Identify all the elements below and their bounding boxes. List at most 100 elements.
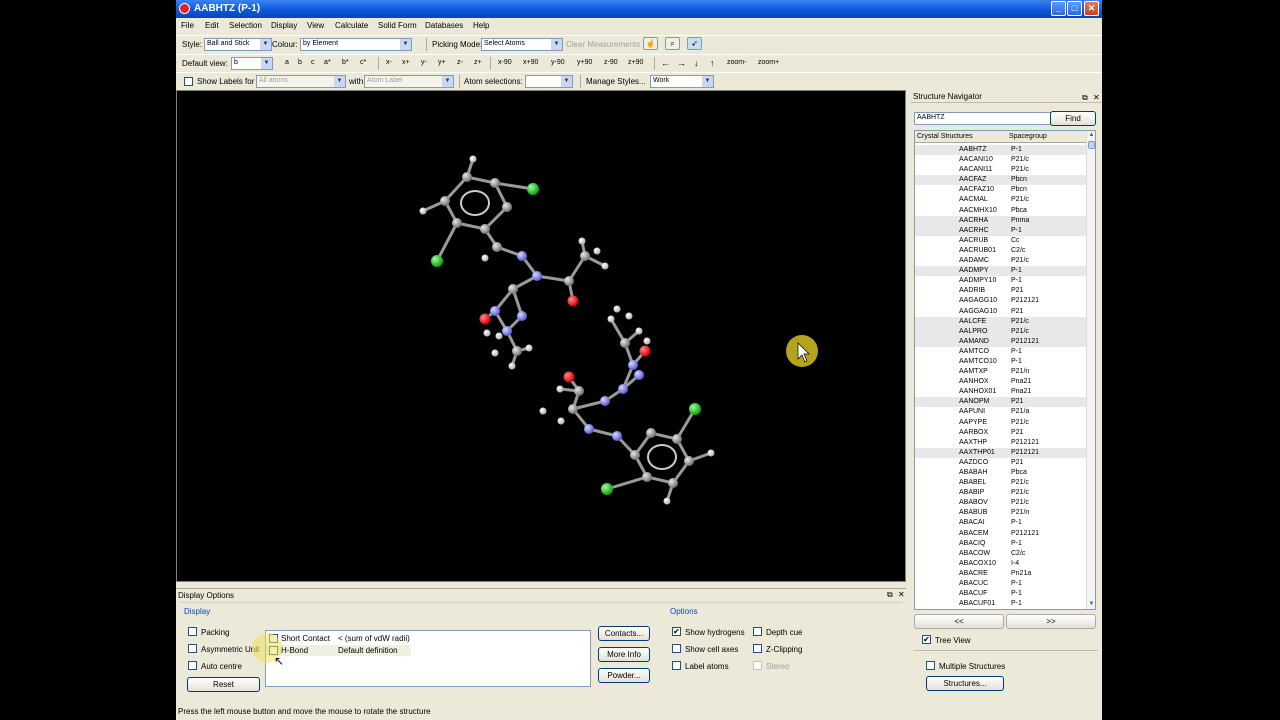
manage-styles-select[interactable]: Work ▼: [650, 75, 714, 88]
depth-cue-checkbox[interactable]: [753, 627, 762, 636]
structure-row[interactable]: AAMTXP P21/n: [915, 367, 1087, 377]
structure-row[interactable]: ABABAH Pbca: [915, 468, 1087, 478]
zoom-in-button[interactable]: zoom+: [758, 59, 779, 66]
style-select[interactable]: Ball and Stick ▼: [204, 38, 272, 51]
structure-row[interactable]: ABACUC P-1: [915, 579, 1087, 589]
structure-row[interactable]: AAPYPE P21/c: [915, 418, 1087, 428]
reset-button[interactable]: Reset: [187, 677, 260, 692]
structure-viewport[interactable]: [176, 90, 906, 582]
rotate-y-minus-90-button[interactable]: y-90: [551, 59, 565, 66]
arrow-down-icon[interactable]: ↓: [694, 58, 699, 68]
view-b-star-button[interactable]: b*: [342, 59, 349, 66]
structure-row[interactable]: AAMTCO10 P-1: [915, 357, 1087, 367]
close-icon[interactable]: ✕: [898, 590, 905, 599]
structure-row[interactable]: AACRHA Pnma: [915, 215, 1087, 226]
tree-view-checkbox[interactable]: ✔: [922, 635, 931, 644]
minimize-button[interactable]: _: [1051, 1, 1066, 16]
magnify-icon[interactable]: ⌕: [665, 37, 680, 50]
structure-row[interactable]: AAMTCO P-1: [915, 347, 1087, 357]
picking-mode-select[interactable]: Select Atoms ▼: [481, 38, 563, 51]
rotate-x-plus-button[interactable]: x+: [402, 59, 410, 66]
structure-row[interactable]: AACRHC P-1: [915, 225, 1087, 236]
next-page-button[interactable]: >>: [1006, 614, 1096, 629]
asymmetric-unit-checkbox[interactable]: [188, 644, 197, 653]
default-view-select[interactable]: b ▼: [231, 57, 273, 70]
float-icon[interactable]: ⧉: [1082, 91, 1088, 104]
hand-pointer-icon[interactable]: ☝: [643, 37, 658, 50]
float-icon[interactable]: ⧉: [887, 590, 893, 600]
scroll-thumb[interactable]: [1088, 141, 1095, 149]
structure-row[interactable]: ABACAI P-1: [915, 518, 1087, 528]
arrow-left-icon[interactable]: ←: [661, 58, 670, 68]
z-clipping-checkbox[interactable]: [753, 644, 762, 653]
structure-row[interactable]: AACRUB Cc: [915, 236, 1087, 246]
structure-row[interactable]: ABACUF P-1: [915, 589, 1087, 599]
rotate-x-minus-button[interactable]: x-: [386, 59, 392, 66]
packing-checkbox[interactable]: [188, 627, 197, 636]
structure-row[interactable]: ABACEM P212121: [915, 529, 1087, 539]
rotate-y-plus-button[interactable]: y+: [438, 59, 446, 66]
structure-row[interactable]: AAXTHP01 P212121: [915, 447, 1087, 458]
structure-row[interactable]: AABHTZ P-1: [915, 145, 1087, 156]
view-c-button[interactable]: c: [311, 59, 315, 66]
show-hydrogens-checkbox[interactable]: ✔: [672, 627, 681, 636]
rotate-z-plus-90-button[interactable]: z+90: [628, 59, 643, 66]
view-b-button[interactable]: b: [298, 59, 302, 66]
view-a-button[interactable]: a: [285, 59, 289, 66]
structure-search-input[interactable]: AABHTZ: [914, 112, 1066, 125]
menu-file[interactable]: File: [181, 21, 194, 30]
label-type-select[interactable]: Atom Label ▼: [364, 75, 454, 88]
structure-row[interactable]: ABACOW C2/c: [915, 549, 1087, 559]
structure-row[interactable]: ABACUF01 P-1: [915, 599, 1087, 609]
contacts-button[interactable]: Contacts...: [598, 626, 650, 641]
zoom-out-button[interactable]: zoom-: [727, 59, 746, 66]
clear-measurements-button[interactable]: Clear Measurements: [566, 40, 640, 49]
show-labels-checkbox[interactable]: [184, 77, 193, 86]
structure-row[interactable]: ABABOV P21/c: [915, 498, 1087, 508]
structure-row[interactable]: AACRUB01 C2/c: [915, 246, 1087, 256]
find-button[interactable]: Find: [1050, 111, 1096, 126]
structure-row[interactable]: AARBOX P21: [915, 428, 1087, 438]
multiple-structures-checkbox[interactable]: [926, 661, 935, 670]
structure-row[interactable]: AADMPY P-1: [915, 266, 1087, 277]
structure-row[interactable]: AACMHX10 Pbca: [915, 206, 1087, 216]
structure-row[interactable]: AACMAL P21/c: [915, 195, 1087, 205]
menu-edit[interactable]: Edit: [205, 21, 219, 30]
structure-row[interactable]: AADAMC P21/c: [915, 256, 1087, 266]
structure-row[interactable]: AANHOX01 Pna21: [915, 387, 1087, 397]
atom-selections-select[interactable]: ▼: [525, 75, 573, 88]
structure-list[interactable]: Crystal Structures Spacegroup AABHTZ P-1 A…: [914, 130, 1096, 610]
menu-databases[interactable]: Databases: [425, 21, 463, 30]
structure-row[interactable]: ABACOX10 I-4: [915, 559, 1087, 569]
structure-row[interactable]: AADRIB P21: [915, 286, 1087, 296]
powder-button[interactable]: Powder...: [598, 668, 650, 683]
structure-row[interactable]: AAPUNI P21/a: [915, 407, 1087, 417]
menu-calculate[interactable]: Calculate: [335, 21, 368, 30]
structure-row[interactable]: AAGGAG10 P21: [915, 307, 1087, 317]
more-info-button[interactable]: More Info: [598, 647, 650, 662]
close-button[interactable]: ✕: [1084, 1, 1099, 16]
structure-row[interactable]: ABACIQ P-1: [915, 539, 1087, 549]
label-atoms-checkbox[interactable]: [672, 661, 681, 670]
menu-display[interactable]: Display: [271, 21, 297, 30]
structure-row[interactable]: AALCFE P21/c: [915, 316, 1087, 327]
structure-row[interactable]: AAGAGG10 P212121: [915, 296, 1087, 306]
contacts-list[interactable]: Short Contact < (sum of vdW radii) H-Bon…: [252, 630, 591, 687]
structure-row[interactable]: AACFAZ Pbcn: [915, 175, 1087, 186]
previous-page-button[interactable]: <<: [914, 614, 1004, 629]
rotate-y-plus-90-button[interactable]: y+90: [577, 59, 592, 66]
stereo-checkbox[interactable]: [753, 661, 762, 670]
structure-row[interactable]: AAXTHP P212121: [915, 438, 1087, 448]
colour-select[interactable]: by Element ▼: [300, 38, 412, 51]
auto-centre-checkbox[interactable]: [188, 661, 197, 670]
arrow-up-icon[interactable]: ↑: [710, 58, 715, 68]
menu-selection[interactable]: Selection: [229, 21, 262, 30]
structures-button[interactable]: Structures...: [926, 676, 1004, 691]
manage-styles-button[interactable]: Manage Styles...: [586, 77, 646, 86]
labels-for-select[interactable]: All atoms ▼: [256, 75, 346, 88]
scroll-up-icon[interactable]: ▲: [1087, 131, 1095, 140]
structure-row[interactable]: ABABEL P21/c: [915, 478, 1087, 488]
title-bar[interactable]: AABHTZ (P-1) _ □ ✕: [176, 0, 1102, 18]
view-c-star-button[interactable]: c*: [360, 59, 366, 66]
column-crystal-structures[interactable]: Crystal Structures: [917, 133, 973, 140]
